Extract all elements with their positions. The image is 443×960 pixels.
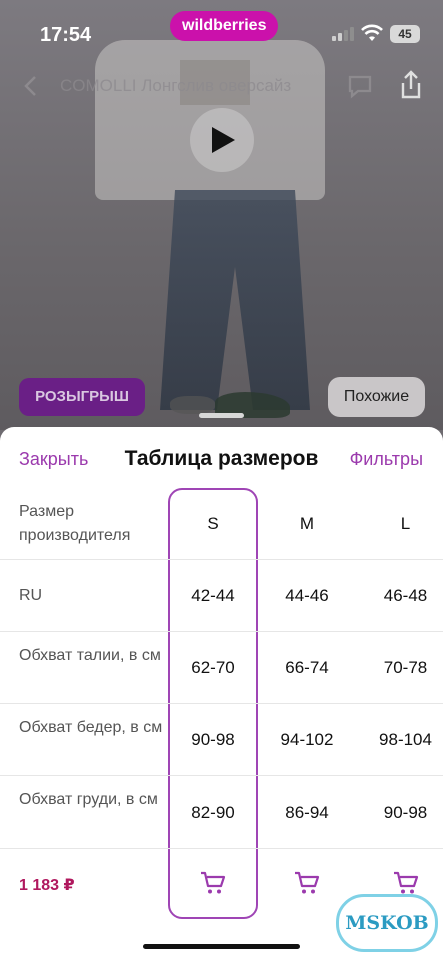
home-indicator[interactable] [143,944,300,949]
table-cell: 70-78 [383,658,428,677]
wifi-icon [361,24,383,41]
sheet-header: Закрыть Таблица размеров Фильтры [0,427,443,489]
product-nav-bar: COMOLLI Лонгслив оверсайз [0,66,443,106]
cart-icon[interactable] [200,871,226,895]
size-cell[interactable]: S [168,514,258,534]
table-cell: 90-98 [191,730,235,749]
table-cell: 82-90 [191,803,235,822]
product-image[interactable]: РОЗЫГРЫШ Похожие [0,0,443,430]
size-cell[interactable]: L [358,514,443,534]
play-icon [212,127,235,153]
watermark: MSKOB [332,888,442,956]
size-cell[interactable]: M [262,514,352,534]
similar-button[interactable]: Похожие [328,377,425,417]
table-cell: 44-46 [285,586,329,605]
watermark-text: MSKOB [345,912,429,934]
row-label: Обхват бедер, в см [19,719,163,736]
table-cell: 42-44 [191,586,235,605]
cart-icon[interactable] [294,871,320,895]
table-cell: 90-98 [383,803,428,822]
play-video-button[interactable] [190,108,254,172]
table-cell: 62-70 [191,658,235,677]
table-cell: 86-94 [285,803,329,822]
table-cell: 66-74 [285,658,329,677]
table-cell: 46-48 [383,586,428,605]
product-title: COMOLLI Лонгслив оверсайз [60,76,292,95]
battery-indicator: 45 [390,25,420,43]
row-label: RU [19,587,43,604]
status-bar: 17:54 wildberries 45 [0,0,443,62]
brand-logo: wildberries [170,11,279,41]
price-label: 1 183 ₽ [19,877,75,894]
back-icon[interactable] [20,74,42,98]
table-row: RU 42-44 44-46 46-48 [0,560,443,632]
raffle-badge[interactable]: РОЗЫГРЫШ [19,378,145,416]
table-row: Обхват талии, в см 62-70 66-74 70-78 [0,632,443,704]
table-cell: 94-102 [280,730,334,749]
table-row: Обхват груди, в см 82-90 86-94 90-98 [0,776,443,849]
table-row: Обхват бедер, в см 90-98 94-102 98-104 [0,704,443,776]
row-label: Размер производителя [19,503,131,544]
row-label: Обхват груди, в см [19,791,158,808]
share-icon[interactable] [398,70,424,100]
size-table-sheet: Закрыть Таблица размеров Фильтры Размер … [0,427,443,960]
table-cell: 98-104 [379,730,432,749]
filters-button[interactable]: Фильтры [350,449,423,470]
table-row: Размер производителя S M L [0,489,443,560]
sheet-grabber[interactable] [199,413,244,418]
chat-icon[interactable] [346,72,374,100]
signal-icon [332,27,354,41]
status-time: 17:54 [40,24,92,46]
product-photo-shoe [170,396,215,414]
product-photo-jeans [160,190,310,410]
row-label: Обхват талии, в см [19,647,161,664]
